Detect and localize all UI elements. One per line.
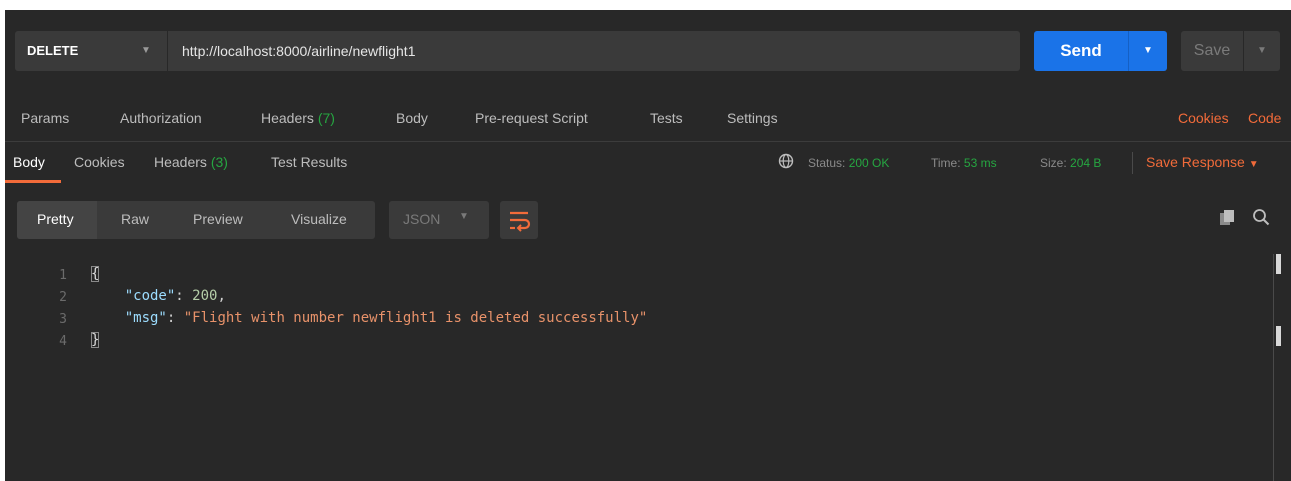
chevron-down-icon: ▼	[1248, 159, 1259, 170]
save-button[interactable]: Save	[1181, 31, 1243, 71]
response-headers-count-badge: (3)	[210, 154, 228, 170]
request-bar: DELETE ▼ http://localhost:8000/airline/n…	[15, 31, 1291, 71]
line-number: 2	[59, 290, 67, 305]
headers-count-badge: (7)	[317, 110, 335, 126]
line-number: 1	[59, 268, 67, 283]
raw-button[interactable]: Raw	[121, 211, 149, 227]
method-label: DELETE	[27, 43, 79, 58]
chevron-down-icon: ▼	[141, 45, 151, 56]
tab-response-cookies[interactable]: Cookies	[74, 154, 125, 170]
line-number: 4	[59, 334, 67, 349]
pretty-button[interactable]: Pretty	[37, 211, 74, 227]
code-line: }	[91, 332, 100, 348]
tab-settings[interactable]: Settings	[727, 110, 778, 126]
request-tabs: Params Authorization Headers (7) Body Pr…	[5, 102, 1291, 142]
time-label: Time:	[931, 156, 961, 170]
tab-prerequest-script[interactable]: Pre-request Script	[475, 110, 588, 126]
active-tab-indicator	[5, 180, 61, 183]
tab-headers-label: Headers	[261, 110, 314, 126]
divider	[1132, 152, 1133, 174]
preview-button[interactable]: Preview	[193, 211, 243, 227]
send-button[interactable]: Send	[1034, 31, 1128, 71]
format-select[interactable]: JSON ▼	[389, 201, 489, 239]
tab-headers[interactable]: Headers (7)	[261, 110, 335, 126]
copy-icon[interactable]	[1218, 209, 1236, 227]
response-body-editor[interactable]: 1 2 3 4 { "code": 200, "msg": "Flight wi…	[5, 254, 1291, 474]
close-brace: }	[91, 332, 100, 348]
json-key: "msg"	[124, 310, 167, 326]
size-label: Size:	[1040, 156, 1067, 170]
response-tabs: Body Cookies Headers (3) Test Results St…	[5, 142, 1291, 184]
tab-response-headers-label: Headers	[154, 154, 207, 170]
view-mode-group: Pretty Raw Preview Visualize	[17, 201, 375, 239]
chevron-down-icon: ▼	[1257, 45, 1267, 56]
tab-body[interactable]: Body	[396, 110, 428, 126]
send-options-button[interactable]: ▼	[1128, 31, 1167, 71]
format-label: JSON	[403, 211, 441, 227]
save-response-button[interactable]: Save Response ▼	[1146, 154, 1259, 170]
time-readout: Time: 53 ms	[931, 156, 997, 170]
scrollbar-track[interactable]	[1273, 254, 1274, 481]
code-line: "code": 200,	[124, 288, 226, 304]
chevron-down-icon: ▼	[459, 211, 469, 222]
tab-test-results[interactable]: Test Results	[271, 154, 347, 170]
open-brace: {	[91, 266, 100, 282]
scrollbar-marker	[1276, 254, 1281, 274]
chevron-down-icon: ▼	[1143, 45, 1153, 56]
tab-params[interactable]: Params	[21, 110, 69, 126]
postman-window: DELETE ▼ http://localhost:8000/airline/n…	[5, 10, 1291, 481]
tab-tests[interactable]: Tests	[650, 110, 683, 126]
visualize-button[interactable]: Visualize	[291, 211, 347, 227]
code-line: {	[91, 266, 100, 282]
wrap-lines-icon	[510, 211, 531, 232]
globe-icon[interactable]	[778, 153, 794, 169]
json-value: 200	[192, 288, 218, 304]
line-number: 3	[59, 312, 67, 327]
size-value: 204 B	[1070, 156, 1102, 170]
status-value: 200 OK	[848, 156, 890, 170]
search-icon[interactable]	[1252, 208, 1270, 226]
time-value: 53 ms	[963, 156, 997, 170]
code-link[interactable]: Code	[1248, 110, 1281, 126]
url-input[interactable]: http://localhost:8000/airline/newflight1	[168, 31, 1020, 71]
method-select[interactable]: DELETE ▼	[15, 31, 167, 71]
scrollbar-marker	[1276, 326, 1281, 346]
tab-authorization[interactable]: Authorization	[120, 110, 202, 126]
save-options-button[interactable]: ▼	[1244, 31, 1280, 71]
json-key: "code"	[124, 288, 176, 304]
tab-response-body[interactable]: Body	[13, 154, 45, 170]
status-readout: Status: 200 OK	[808, 156, 889, 170]
cookies-link[interactable]: Cookies	[1178, 110, 1229, 126]
status-label: Status:	[808, 156, 846, 170]
save-response-label: Save Response	[1146, 154, 1245, 170]
code-line: "msg": "Flight with number newflight1 is…	[124, 310, 648, 326]
tab-response-headers[interactable]: Headers (3)	[154, 154, 228, 170]
wrap-lines-button[interactable]	[500, 201, 538, 239]
size-readout: Size: 204 B	[1040, 156, 1101, 170]
json-value: "Flight with number newflight1 is delete…	[183, 310, 648, 326]
